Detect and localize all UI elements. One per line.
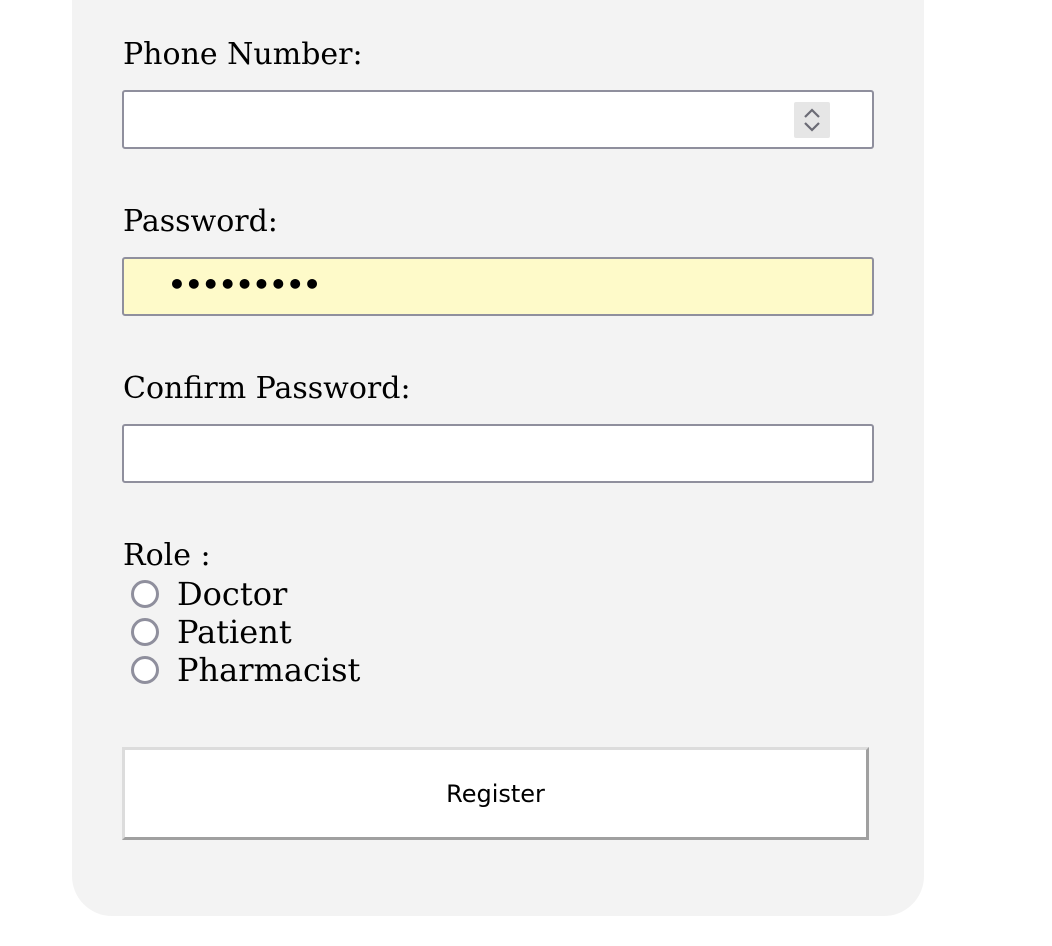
- radio-unchecked-icon[interactable]: [131, 618, 159, 646]
- password-mask: •••••••••: [168, 268, 321, 301]
- chevron-up-down-icon: [804, 108, 820, 132]
- confirm-password-label: Confirm Password:: [123, 371, 411, 406]
- register-button[interactable]: Register: [122, 747, 869, 840]
- number-spinner[interactable]: [794, 102, 830, 138]
- role-option-doctor[interactable]: Doctor: [131, 576, 287, 612]
- role-option-label[interactable]: Pharmacist: [177, 654, 360, 686]
- role-label: Role :: [123, 538, 211, 573]
- role-option-pharmacist[interactable]: Pharmacist: [131, 652, 360, 688]
- role-option-label[interactable]: Doctor: [177, 578, 287, 610]
- password-input[interactable]: •••••••••: [122, 257, 874, 316]
- radio-unchecked-icon[interactable]: [131, 656, 159, 684]
- phone-input[interactable]: [122, 90, 874, 149]
- phone-label: Phone Number:: [123, 37, 363, 72]
- role-option-label[interactable]: Patient: [177, 616, 292, 648]
- confirm-password-input[interactable]: [122, 424, 874, 483]
- password-label: Password:: [123, 204, 278, 239]
- radio-unchecked-icon[interactable]: [131, 580, 159, 608]
- role-option-patient[interactable]: Patient: [131, 614, 292, 650]
